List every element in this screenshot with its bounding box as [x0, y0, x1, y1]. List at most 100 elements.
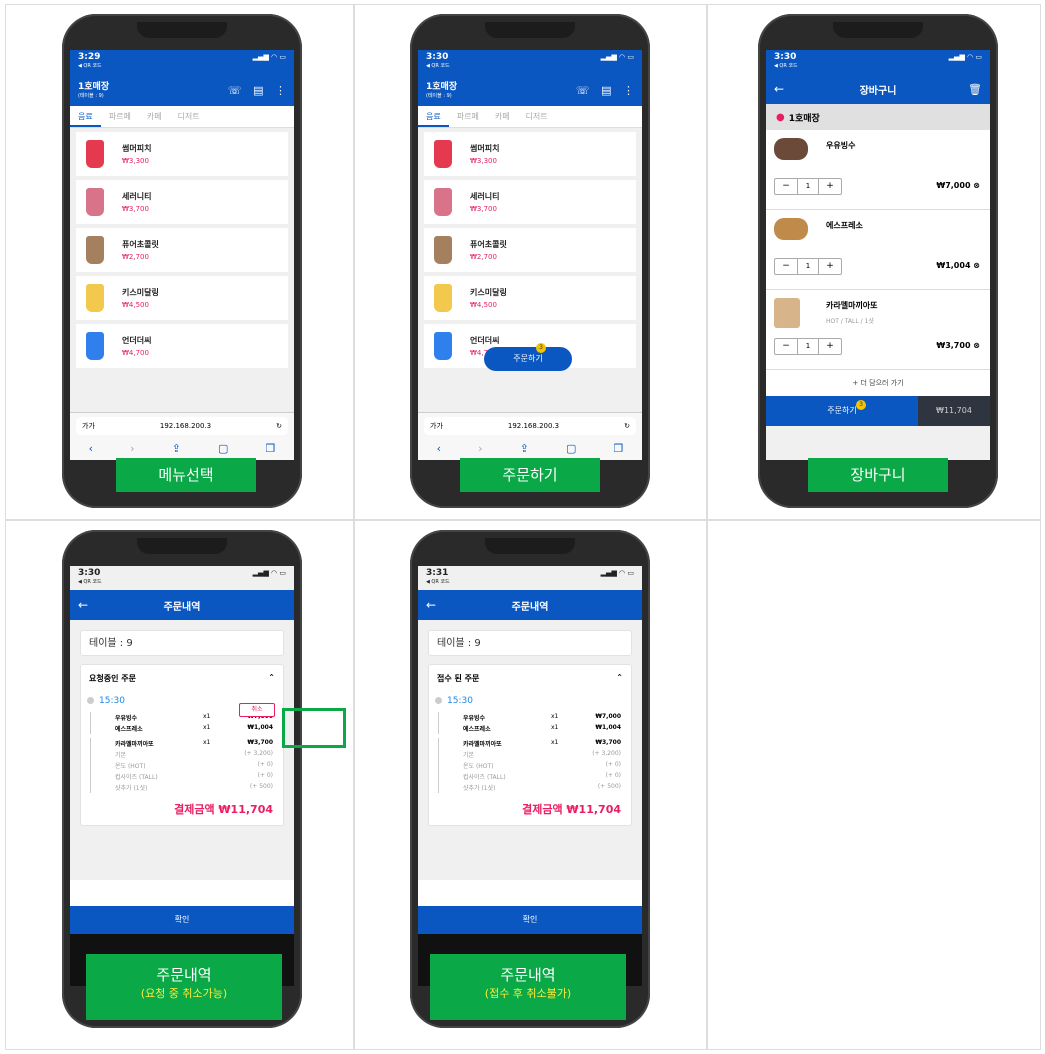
menu-item[interactable]: 언더더씨 ₩4,700 [76, 324, 288, 368]
phone-order: 3:30 ◀ QR 코드 ▂▄▆ ◠ ▭ 1호매장 (테이블 : 9) ☏ ▤ ⋮… [410, 14, 650, 508]
menu-item[interactable]: 썸머피치 ₩3,300 [424, 132, 636, 176]
back-icon[interactable]: ‹ [437, 442, 441, 455]
status-back[interactable]: ◀ QR 코드 [426, 578, 450, 585]
order-card: 접수 된 주문 ⌃ 15:30 우유빙수 x1 ₩7,000 에스프레소 x1 ₩1,00… [428, 664, 632, 826]
phone-history-requested: 3:30 ◀ QR 코드 ▂▄▆ ◠ ▭ ← 주문내역 테이블 : 9 요청중인 … [62, 530, 346, 1028]
cancel-order-button[interactable]: 취소 [239, 703, 275, 717]
address-bar[interactable]: 가가 192.168.200.3 ↻ [424, 417, 636, 435]
option-line: 온도 (HOT) (+ 0) [438, 760, 631, 771]
tab-cafe[interactable]: 카페 [487, 106, 518, 127]
order-list-icon[interactable]: ▤ [253, 84, 263, 97]
status-back[interactable]: ◀ QR 코드 [78, 62, 102, 69]
cart-item-price[interactable]: ₩1,004 ⊗ [936, 261, 980, 270]
order-status-title: 요청중인 주문 [89, 674, 136, 683]
minus-button[interactable]: − [775, 179, 797, 194]
plus-button[interactable]: + [819, 339, 841, 354]
cart-count-badge: 3 [536, 343, 546, 353]
menu-item[interactable]: 썸머피치 ₩3,300 [76, 132, 288, 176]
menu-item-price: ₩2,700 [470, 253, 497, 261]
staff-call-icon[interactable]: ☏ [576, 84, 590, 97]
back-icon[interactable]: ‹ [89, 442, 93, 455]
text-size-button[interactable]: 가가 [430, 421, 443, 431]
browser-bar: 가가 192.168.200.3 ↻ ‹ › ⇪ ▢ ❐ [70, 412, 294, 460]
option-name: 샷추가 (1샷) [463, 785, 496, 792]
menu-item[interactable]: 키스미달링 ₩4,500 [76, 276, 288, 320]
option-price: (+ 500) [597, 783, 621, 790]
tab-drinks[interactable]: 음료 [70, 106, 101, 127]
order-button[interactable]: 주문하기 3 [766, 396, 918, 426]
status-time: 3:30 [78, 568, 101, 578]
order-list-icon[interactable]: ▤ [601, 84, 611, 97]
bookmarks-icon[interactable]: ▢ [566, 442, 576, 455]
store-location: ● 1호매장 [766, 104, 990, 130]
option-line: 기본 (+ 3,200) [438, 749, 631, 760]
menu-item[interactable]: 세러니티 ₩3,700 [424, 180, 636, 224]
cart-item-price[interactable]: ₩7,000 ⊗ [936, 181, 980, 190]
menu-item-price: ₩3,700 [122, 205, 149, 213]
phone-screen: 3:31 ◀ QR 코드 ▂▄▆ ◠ ▭ ← 주문내역 테이블 : 9 접수 된 … [418, 566, 642, 986]
order-card-header[interactable]: 요청중인 주문 ⌃ [81, 665, 283, 692]
menu-item-name: 키스미달링 [470, 288, 507, 297]
drink-image [434, 332, 452, 360]
tab-dessert[interactable]: 디저트 [170, 106, 208, 127]
menu-item[interactable]: 키스미달링 ₩4,500 [424, 276, 636, 320]
tab-drinks[interactable]: 음료 [418, 106, 449, 127]
menu-item-name: 썸머피치 [470, 144, 500, 153]
reload-icon[interactable]: ↻ [276, 422, 282, 430]
app-bar: 1호매장 (테이블 : 9) ☏ ▤ ⋮ [418, 74, 642, 106]
order-fab-button[interactable]: 주문하기 3 [484, 343, 572, 371]
address-bar[interactable]: 가가 192.168.200.3 ↻ [76, 417, 288, 435]
confirm-button[interactable]: 확인 [70, 906, 294, 934]
share-icon[interactable]: ⇪ [172, 442, 181, 455]
share-icon[interactable]: ⇪ [520, 442, 529, 455]
chevron-up-icon[interactable]: ⌃ [268, 673, 275, 684]
chevron-up-icon[interactable]: ⌃ [616, 673, 623, 684]
caption-subtitle: (접수 후 취소불가) [484, 987, 572, 1000]
status-icons: ▂▄▆ ◠ ▭ [600, 53, 634, 61]
more-menu-icon[interactable]: ⋮ [275, 84, 286, 97]
status-back[interactable]: ◀ QR 코드 [426, 62, 450, 69]
option-line: 샷추가 (1샷) (+ 500) [438, 782, 631, 793]
minus-button[interactable]: − [775, 339, 797, 354]
caption-title: 주문내역 [156, 966, 212, 984]
order-card-header[interactable]: 접수 된 주문 ⌃ [429, 665, 631, 692]
bookmarks-icon[interactable]: ▢ [218, 442, 228, 455]
menu-list: 썸머피치 ₩3,300 세러니티 ₩3,700 퓨어초콜릿 ₩2,700 키스미달링 ₩… [418, 132, 642, 368]
tab-parfait[interactable]: 파르페 [449, 106, 487, 127]
phone-notch [833, 22, 923, 38]
tabs-icon[interactable]: ❐ [614, 442, 624, 455]
confirm-button[interactable]: 확인 [418, 906, 642, 934]
order-line: 에스프레소 x1 ₩1,004 [438, 723, 631, 734]
add-more-link[interactable]: + 더 담으러 가기 [766, 370, 990, 396]
cart-item-price[interactable]: ₩3,700 ⊗ [936, 341, 980, 350]
plus-button[interactable]: + [819, 179, 841, 194]
order-time: 15:30 [429, 696, 631, 706]
menu-item[interactable]: 퓨어초콜릿 ₩2,700 [76, 228, 288, 272]
option-price: (+ 3,200) [244, 750, 273, 757]
plus-button[interactable]: + [819, 259, 841, 274]
status-bar: 3:29 ◀ QR 코드 ▂▄▆ ◠ ▭ [70, 50, 294, 74]
forward-icon[interactable]: › [478, 442, 482, 455]
option-line: 샷추가 (1샷) (+ 500) [90, 782, 283, 793]
phone-screen: 3:30 ◀ QR 코드 ▂▄▆ ◠ ▭ 1호매장 (테이블 : 9) ☏ ▤ ⋮… [418, 50, 642, 460]
staff-call-icon[interactable]: ☏ [228, 84, 242, 97]
more-menu-icon[interactable]: ⋮ [623, 84, 634, 97]
option-name: 기본 [463, 752, 475, 759]
phone-notch [485, 22, 575, 38]
status-back[interactable]: ◀ QR 코드 [78, 578, 102, 585]
menu-item-name: 세러니티 [122, 192, 152, 201]
tab-dessert[interactable]: 디저트 [518, 106, 556, 127]
tab-cafe[interactable]: 카페 [139, 106, 170, 127]
url-text: 192.168.200.3 [507, 422, 560, 430]
text-size-button[interactable]: 가가 [82, 421, 95, 431]
order-status-title: 접수 된 주문 [437, 674, 480, 683]
menu-item[interactable]: 퓨어초콜릿 ₩2,700 [424, 228, 636, 272]
line-qty: x1 [551, 739, 559, 746]
forward-icon[interactable]: › [130, 442, 134, 455]
minus-button[interactable]: − [775, 259, 797, 274]
reload-icon[interactable]: ↻ [624, 422, 630, 430]
tab-parfait[interactable]: 파르페 [101, 106, 139, 127]
status-back[interactable]: ◀ QR 코드 [774, 62, 798, 69]
menu-item[interactable]: 세러니티 ₩3,700 [76, 180, 288, 224]
tabs-icon[interactable]: ❐ [266, 442, 276, 455]
